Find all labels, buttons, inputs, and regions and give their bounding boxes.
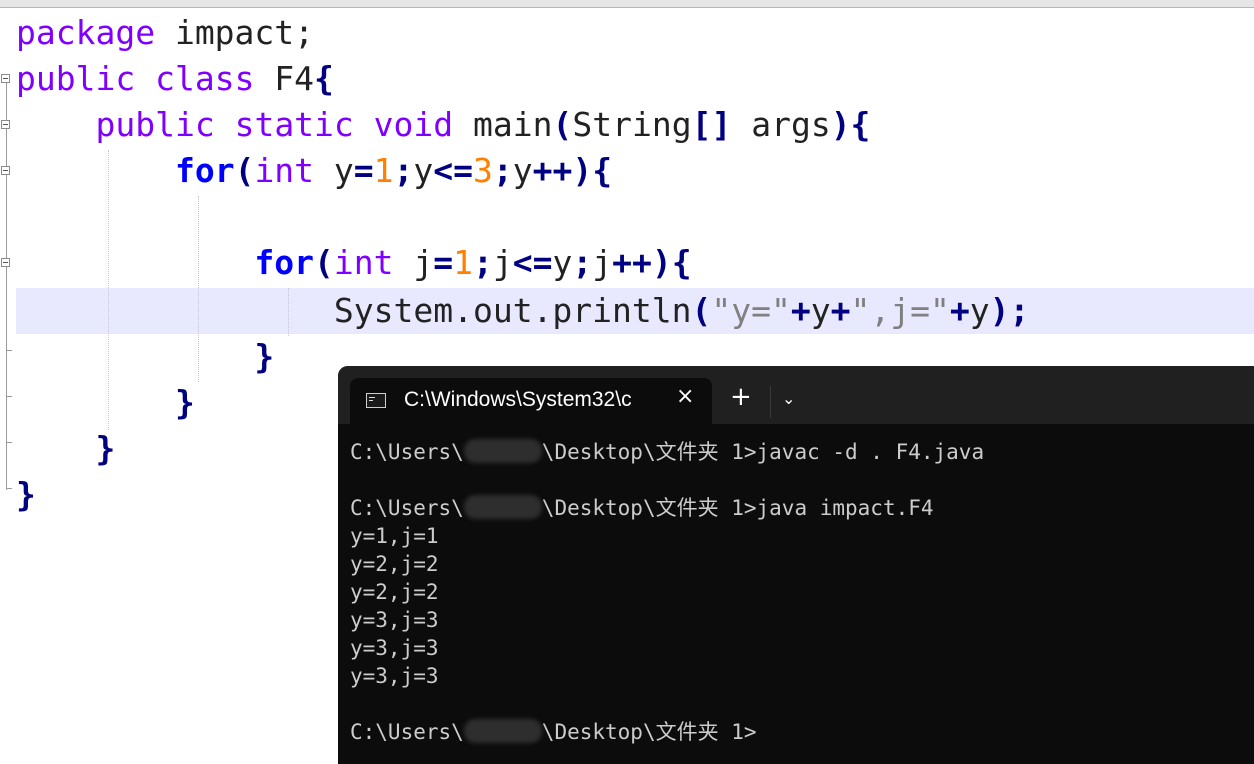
new-tab-button[interactable]: + [730,384,752,410]
fold-end-marker [6,350,12,351]
fold-toggle-class[interactable] [1,74,10,83]
redacted-username [463,719,542,743]
tab-title: C:\Windows\System32\c [404,388,632,411]
terminal-tab-bar: C:\Windows\System32\c × + ⌄ [338,366,1254,426]
fold-end-marker [6,488,12,489]
code-line-9: } [174,383,195,422]
terminal-output-line: y=1,j=1 [350,524,439,548]
fold-end-marker [6,442,12,443]
code-line-7: System.out.println("y="+y+",j="+y); [333,291,1030,330]
terminal-prompt[interactable]: C:\Users\ \Desktop\文件夹 1> [350,718,757,746]
fold-toggle-main[interactable] [1,120,10,129]
terminal-output-line: y=3,j=3 [350,608,439,632]
redacted-username [463,439,542,463]
terminal-output-line: y=3,j=3 [350,636,439,660]
fold-margin [0,8,15,764]
terminal-command-line: C:\Users\ \Desktop\文件夹 1>java impact.F4 [350,495,934,520]
redacted-username [463,495,542,519]
fold-end-marker [6,396,12,397]
close-tab-icon[interactable]: × [676,384,694,409]
code-line-2: public class F4{ [16,59,334,98]
code-line-3: public static void main(String[] args){ [95,105,871,144]
code-line-10: } [95,429,116,468]
code-line-4: for(int y=1;y<=3;y++){ [174,151,613,190]
terminal-output-line: y=2,j=2 [350,580,439,604]
fold-line [6,74,7,490]
terminal-command-line: C:\Users\ \Desktop\文件夹 1>javac -d . F4.ja… [350,439,985,464]
code-line-8: } [254,337,275,376]
terminal-output-line: y=2,j=2 [350,552,439,576]
terminal-tab[interactable]: C:\Windows\System32\c × [350,378,712,426]
code-line-6: for(int j=1;j<=y;j++){ [254,243,692,282]
window-top-border [0,0,1254,8]
terminal-output-line: y=3,j=3 [350,664,439,688]
keyword-package: package [16,13,156,52]
code-line-11: } [16,475,36,514]
command-prompt-icon [366,393,386,408]
tab-separator [770,386,771,418]
fold-toggle-outer-for[interactable] [1,166,10,175]
terminal-window[interactable]: C:\Windows\System32\c × + ⌄ C:\Users\ \De… [338,366,1254,764]
chevron-down-icon[interactable]: ⌄ [782,389,795,408]
code-line-1: package impact; [16,13,315,52]
fold-toggle-inner-for[interactable] [1,258,10,267]
